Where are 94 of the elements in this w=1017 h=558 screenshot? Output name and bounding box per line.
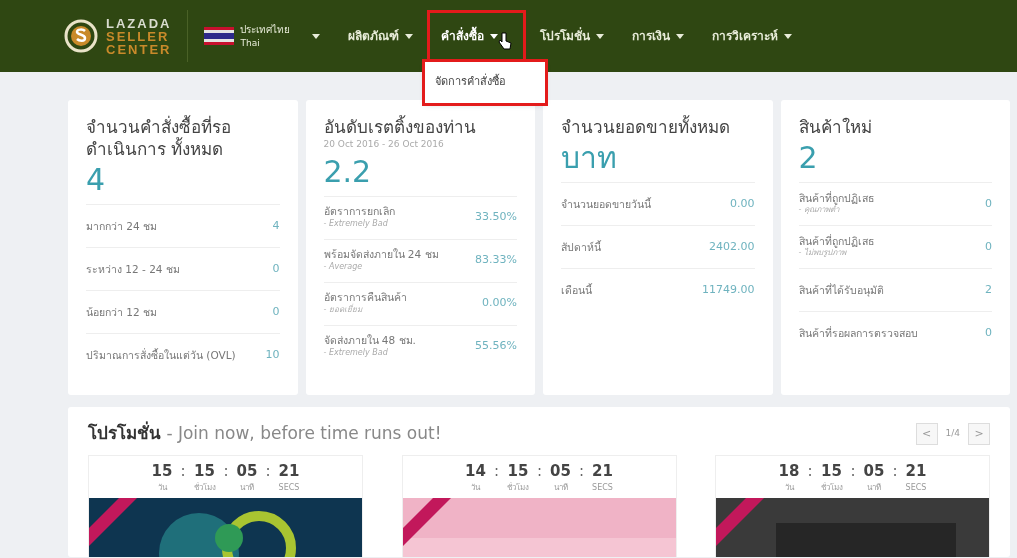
separator: : [265, 460, 271, 482]
countdown-number: 18 [778, 460, 800, 482]
promotion-card[interactable]: 18 วัน : 15 ชั่วโมง : 05 นาที : 21 SECS [715, 454, 990, 557]
stat-number: 2402.00 [709, 238, 755, 255]
stat-label: จำนวนยอดขายวันนี้ [561, 197, 651, 211]
stat-label: น้อยกว่า 12 ชม [86, 305, 158, 319]
separator: : [537, 460, 543, 482]
stat-number: 0 [985, 324, 992, 341]
stat-note: - ไม่พบรูปภาพ [798, 247, 847, 260]
stat-label: อัตราการยกเลิก [323, 205, 395, 218]
nav-menu-item[interactable]: การวิเคราะห์ [698, 10, 807, 62]
countdown-unit: SECS [592, 482, 613, 494]
promotion-card[interactable]: 15 วัน : 15 ชั่วโมง : 05 นาที : 21 SECS [88, 454, 363, 557]
stat-label: สินค้าที่ถูกปฏิเสธ [798, 191, 874, 205]
countdown-number: 05 [550, 460, 571, 482]
stat-label: ระหว่าง 12 - 24 ชม [86, 262, 180, 276]
countdown-unit: SECS [278, 482, 300, 494]
logo-text: LAZADA [106, 16, 172, 30]
stat-note: - Extremely Bad [323, 217, 389, 230]
countdown-unit: วัน [471, 482, 481, 494]
stat-value: บาท [561, 140, 618, 177]
date-range: 20 Oct 2016 - 26 Oct 2016 [323, 138, 445, 152]
separator: : [850, 460, 856, 482]
separator: : [180, 460, 186, 482]
separator: : [807, 460, 813, 482]
nav-menu-item[interactable]: โปรโมชั่น [526, 10, 619, 62]
stat-label: สินค้าที่รอผลการตรวจสอบ [798, 326, 918, 340]
card-title: จำนวนคำสั่งซื้อที่รอดำเนินการ ทั้งหมด [86, 116, 232, 161]
stat-label: ปริมาณการสั่งซื้อในแต่วัน (OVL) [86, 348, 236, 362]
stat-note: - คุณภาพต่ำ [798, 204, 840, 217]
logo-icon [64, 19, 98, 53]
stat-number: 0.00% [482, 295, 517, 312]
card-title: สินค้าใหม่ [798, 116, 873, 139]
countdown-unit: ชั่วโมง [193, 482, 216, 494]
promotion-card[interactable]: 14 วัน : 15 ชั่วโมง : 05 นาที : 21 SECS [401, 454, 677, 557]
stat-number: 4 [272, 217, 280, 234]
stat-number: 10 [265, 346, 280, 363]
logo-text: CENTER [106, 42, 172, 56]
stat-value: 2 [798, 140, 819, 177]
stat-note: - Extremely Bad [323, 346, 389, 359]
stat-label: มากกว่า 24 ชม [86, 219, 158, 233]
stat-label: สัปดาห์นี้ [561, 240, 601, 254]
countdown-number: 15 [821, 460, 842, 482]
stat-number: 83.33% [475, 252, 517, 269]
stat-label: พร้อมจัดส่งภายใน 24 ชม [323, 248, 439, 261]
countdown-unit: ชั่วโมง [820, 482, 843, 494]
stat-label: เดือนนี้ [561, 283, 592, 297]
section-title: โปรโมชั่น - Join now, before time runs out! [88, 421, 442, 445]
stat-note: - ยอดเยี่ยม [323, 303, 364, 316]
stat-label: อัตราการคืนสินค้า [323, 291, 407, 304]
stat-label: จัดส่งภายใน 48 ชม. [323, 334, 416, 347]
stat-number: 0.00 [730, 195, 755, 212]
countdown-number: 21 [278, 460, 300, 482]
countdown-number: 21 [905, 460, 927, 482]
separator: : [223, 460, 229, 482]
card-title: อันดับเรตติ้งของท่าน [323, 116, 477, 139]
stat-label: สินค้าที่ถูกปฏิเสธ [798, 234, 874, 248]
card-title: จำนวนยอดขายทั้งหมด [561, 116, 731, 139]
countdown-unit: วัน [784, 482, 794, 494]
country-selector[interactable]: ประเทศไทย Thai [187, 10, 335, 62]
nav-menu-item[interactable]: การเงิน [618, 10, 699, 62]
countdown-unit: วัน [157, 482, 167, 494]
countdown-unit: นาที [240, 482, 255, 494]
stat-number: 11749.00 [702, 281, 755, 298]
logo-text: SELLER [106, 29, 171, 43]
countdown-number: 14 [465, 460, 486, 482]
stat-number: 0 [272, 260, 280, 277]
stat-value: 2.2 [323, 153, 373, 190]
stat-note: - Average [323, 260, 364, 273]
stat-number: 2 [985, 281, 992, 298]
cursor-icon [498, 32, 513, 50]
countdown-number: 15 [151, 460, 173, 482]
countdown-unit: นาที [867, 482, 882, 494]
countdown-unit: นาที [553, 482, 568, 494]
countdown-number: 15 [194, 460, 215, 482]
page-indicator: 1/4 [945, 427, 960, 440]
countdown-unit: SECS [905, 482, 927, 494]
separator: : [892, 460, 898, 482]
stat-label: สินค้าที่ได้รับอนุมัติ [798, 283, 884, 297]
countdown-number: 15 [507, 460, 529, 482]
stat-number: 0 [272, 303, 280, 320]
countdown-number: 21 [592, 460, 613, 482]
stat-number: 33.50% [475, 209, 517, 226]
stat-number: 0 [985, 195, 992, 212]
countdown-number: 05 [863, 460, 885, 482]
stat-number: 55.56% [475, 338, 517, 355]
countdown-number: 05 [236, 460, 258, 482]
stat-number: 0 [985, 238, 992, 255]
flag-icon [204, 27, 235, 45]
separator: : [493, 460, 500, 482]
nav-menu-item[interactable]: คำสั่งซื้อ [427, 10, 527, 62]
stat-value: 4 [86, 162, 107, 199]
countdown-unit: ชั่วโมง [507, 482, 530, 494]
separator: : [578, 460, 585, 482]
